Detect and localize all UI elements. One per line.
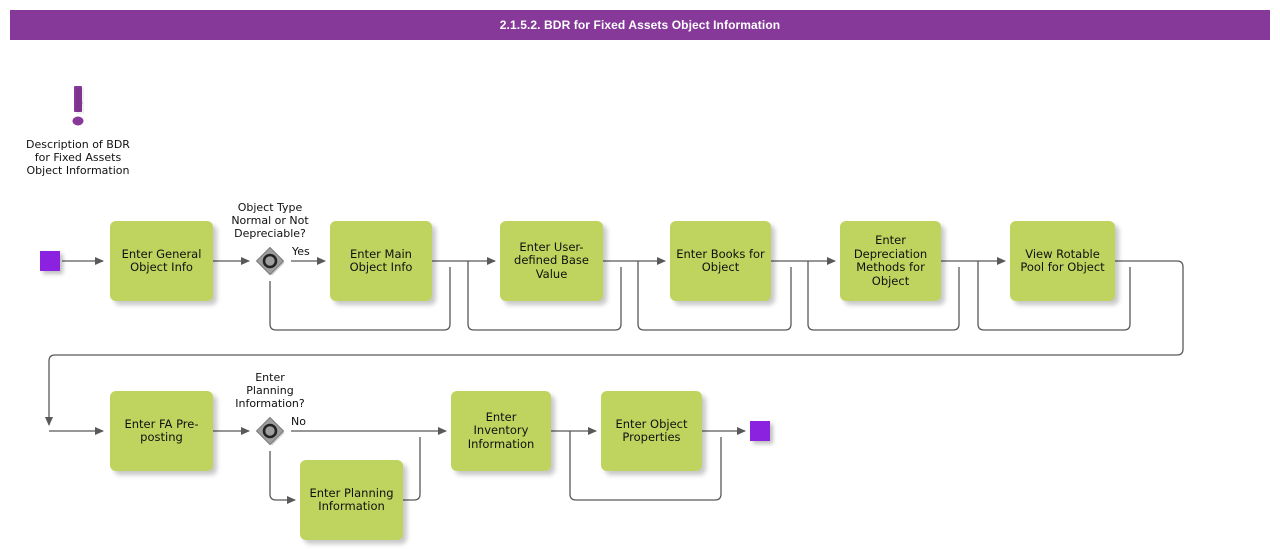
task-label: Enter FA Pre- posting — [124, 416, 199, 444]
annotation-note: Description of BDR for Fixed Assets Obje… — [12, 84, 144, 177]
page-title: 2.1.5.2. BDR for Fixed Assets Object Inf… — [499, 18, 781, 32]
task-label: View Rotable Pool for Object — [1020, 246, 1105, 274]
start-event[interactable] — [40, 251, 60, 271]
task-enter-user-defined-base-value[interactable]: Enter User- defined Base Value — [500, 221, 603, 301]
task-enter-main-object-info[interactable]: Enter Main Object Info — [330, 221, 432, 301]
flow-g2-to-t8 — [269, 451, 296, 504]
task-label: Enter General Object Info — [121, 246, 202, 274]
flow-label-yes: Yes — [292, 245, 310, 258]
task-enter-depreciation-methods-for-object[interactable]: Enter Depreciation Methods for Object — [840, 221, 941, 301]
task-enter-general-object-info[interactable]: Enter General Object Info — [110, 221, 213, 301]
gateway-enter-planning-information[interactable] — [255, 416, 285, 446]
task-enter-inventory-information[interactable]: Enter Inventory Information — [451, 391, 551, 471]
task-label: Enter Object Properties — [615, 416, 688, 444]
task-label: Enter Depreciation Methods for Object — [853, 233, 928, 288]
task-enter-object-properties[interactable]: Enter Object Properties — [601, 391, 702, 471]
task-enter-planning-information[interactable]: Enter Planning Information — [300, 460, 403, 540]
task-label: Enter Main Object Info — [349, 246, 413, 274]
task-label: Enter User- defined Base Value — [514, 239, 589, 281]
task-enter-fa-pre-posting[interactable]: Enter FA Pre- posting — [110, 391, 213, 471]
exclamation-mark-icon — [72, 86, 84, 126]
end-event[interactable] — [750, 421, 770, 441]
diagram-title-bar: 2.1.5.2. BDR for Fixed Assets Object Inf… — [10, 10, 1270, 40]
annotation-text: Description of BDR for Fixed Assets Obje… — [26, 138, 130, 177]
gateway-label-object-type: Object Type Normal or Not Depreciable? — [231, 201, 309, 240]
gateway-label-enter-planning-information: Enter Planning Information? — [235, 371, 305, 410]
gateway-object-type-normal-or-not-depreciable[interactable] — [255, 246, 285, 276]
task-label: Enter Books for Object — [676, 246, 765, 274]
task-view-rotable-pool-for-object[interactable]: View Rotable Pool for Object — [1010, 221, 1115, 301]
bypass-t8-to-t9 — [403, 437, 421, 501]
task-label: Enter Inventory Information — [467, 409, 535, 451]
task-label: Enter Planning Information — [309, 485, 394, 513]
task-enter-books-for-object[interactable]: Enter Books for Object — [670, 221, 771, 301]
flow-label-no: No — [291, 415, 306, 428]
